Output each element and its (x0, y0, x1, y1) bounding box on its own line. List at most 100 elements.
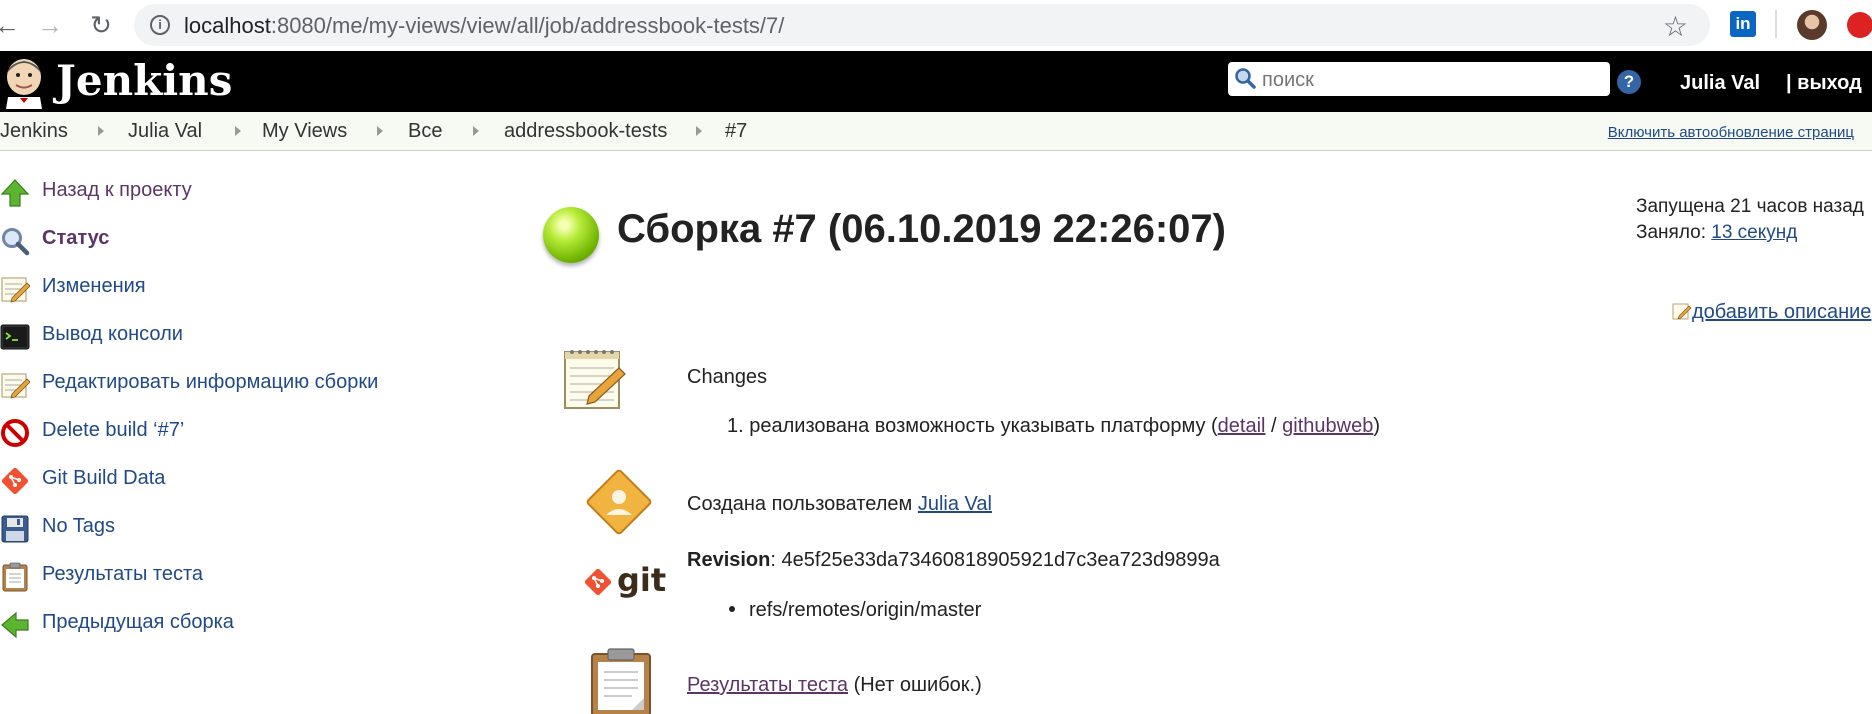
extension-icon[interactable] (1847, 12, 1872, 38)
search-icon (1235, 68, 1256, 89)
cause-user-link[interactable]: Julia Val (918, 493, 992, 515)
sidebar-item-label: Вывод консоли (42, 323, 183, 345)
jenkins-butler-icon[interactable] (2, 57, 46, 109)
change-githubweb-link[interactable]: githubweb (1282, 415, 1373, 437)
sidebar-item-test-results[interactable]: Результаты теста (0, 557, 450, 597)
git-revision: Revision: 4e5f25e33da73460818905921d7c3e… (687, 549, 1220, 572)
git-branch-item: refs/remotes/origin/master (729, 599, 981, 622)
toolbar-divider (1775, 10, 1777, 38)
build-duration: Заняло: 13 секунд (1636, 222, 1797, 244)
logout-link[interactable]: | выход (1786, 72, 1862, 95)
clipboard-icon (591, 648, 651, 714)
reload-icon[interactable]: ↻ (86, 10, 116, 40)
breadcrumb-arrow-icon[interactable] (98, 126, 104, 136)
forward-icon[interactable]: → (35, 10, 65, 40)
notepad-icon (1, 277, 30, 303)
git-logo-text: git (617, 561, 667, 599)
breadcrumb-arrow-icon[interactable] (235, 126, 241, 136)
url-text[interactable]: localhost:8080/me/my-views/view/all/job/… (184, 13, 784, 39)
sidebar-item-label: Статус (42, 227, 110, 249)
breadcrumb: Jenkins Julia Val My Views Все addressbo… (0, 112, 1872, 151)
floppy-icon (1, 515, 29, 543)
duration-link[interactable]: 13 секунд (1711, 222, 1797, 243)
duration-label: Заняло: (1636, 222, 1706, 243)
sidebar-item-label: Изменения (42, 275, 146, 297)
sidebar-item-label: Результаты теста (42, 563, 204, 585)
search-box[interactable] (1228, 62, 1610, 96)
breadcrumb-job[interactable]: addressbook-tests (504, 120, 667, 143)
notepad-icon (1, 373, 30, 399)
jenkins-header: Jenkins ? Julia Val | выход (0, 51, 1872, 112)
arrow-left-icon (1, 611, 29, 639)
notepad-icon (564, 350, 626, 409)
arrow-up-icon (0, 179, 30, 207)
autorefresh-link[interactable]: Включить автообновление страниц (1608, 124, 1854, 141)
change-message: реализована возможность указывать платфо… (749, 415, 1206, 437)
avatar[interactable] (1797, 10, 1827, 40)
sidebar-item-previous-build[interactable]: Предыдущая сборка (0, 605, 450, 645)
branch-name: refs/remotes/origin/master (749, 599, 982, 621)
change-number: 1. (727, 415, 744, 437)
sidebar-item-back-to-project[interactable]: Назад к проекту (0, 173, 450, 213)
breadcrumb-user[interactable]: Julia Val (128, 120, 202, 143)
cause-text: Создана пользователем Julia Val (687, 493, 992, 516)
sidebar-item-label: Редактировать информацию сборки (42, 371, 379, 393)
sidebar-item-changes[interactable]: Изменения (0, 269, 450, 309)
paren-open: ( (1205, 415, 1218, 437)
add-description-link[interactable]: добавить описание (1692, 301, 1871, 323)
bookmark-star-icon[interactable]: ☆ (1663, 10, 1688, 43)
paren-close: ) (1373, 415, 1381, 437)
sidebar-item-label: Назад к проекту (42, 179, 192, 201)
linkedin-icon[interactable]: in (1730, 11, 1756, 37)
revision-hash: 4e5f25e33da73460818905921d7c3ea723d9899a (781, 549, 1220, 571)
info-icon[interactable]: i (150, 15, 170, 35)
magnifier-icon (2, 228, 30, 256)
jenkins-logo-text[interactable]: Jenkins (56, 56, 232, 105)
no-entry-icon (1, 419, 29, 447)
changes-heading: Changes (687, 366, 768, 388)
git-diamond-icon (584, 568, 612, 596)
user-cause-icon (586, 469, 652, 535)
sidebar-item-label: No Tags (42, 515, 116, 537)
address-bar[interactable]: i localhost:8080/me/my-views/view/all/jo… (134, 4, 1710, 46)
build-status-ball-icon (543, 207, 599, 263)
search-input[interactable] (1260, 66, 1604, 94)
breadcrumb-all[interactable]: Все (408, 120, 442, 143)
add-description[interactable]: добавить описание (1672, 301, 1871, 324)
sidebar-item-label: Предыдущая сборка (42, 611, 234, 633)
user-link[interactable]: Julia Val (1680, 72, 1760, 95)
help-icon[interactable]: ? (1617, 70, 1641, 94)
revision-colon: : (770, 549, 782, 571)
sidebar-item-console-output[interactable]: Вывод консоли (0, 317, 450, 357)
breadcrumb-arrow-icon[interactable] (473, 126, 479, 136)
cause-label: Создана пользователем (687, 493, 913, 515)
sidebar-item-edit-build-info[interactable]: Редактировать информацию сборки (0, 365, 450, 405)
breadcrumb-jenkins[interactable]: Jenkins (0, 120, 68, 143)
bullet-icon (729, 606, 735, 612)
sidebar-item-delete-build[interactable]: Delete build ‘#7’ (0, 413, 450, 453)
breadcrumb-arrow-icon[interactable] (696, 126, 702, 136)
terminal-icon (0, 324, 30, 350)
sidebar-item-status[interactable]: Статус (0, 221, 450, 261)
build-started-text: Запущена 21 часов назад (1636, 196, 1864, 217)
slash-separator: / (1265, 415, 1283, 437)
browser-toolbar: ← → ↻ i localhost:8080/me/my-views/view/… (0, 0, 1872, 51)
test-results-line: Результаты теста (Нет ошибок.) (687, 674, 982, 697)
page-title: Сборка #7 (06.10.2019 22:26:07) (617, 207, 1226, 251)
clipboard-icon (2, 562, 28, 592)
breadcrumb-build[interactable]: #7 (725, 120, 747, 143)
test-results-link[interactable]: Результаты теста (687, 674, 848, 696)
sidebar-item-label: Git Build Data (42, 467, 166, 489)
sidebar-item-label: Delete build ‘#7’ (42, 419, 185, 441)
git-icon (1, 467, 29, 495)
change-list-item: 1. реализована возможность указывать пла… (727, 415, 1380, 438)
back-icon[interactable]: ← (0, 10, 22, 40)
edit-note-icon (1672, 303, 1692, 320)
breadcrumb-arrow-icon[interactable] (377, 126, 383, 136)
sidebar-item-no-tags[interactable]: No Tags (0, 509, 450, 549)
test-results-note: (Нет ошибок.) (848, 674, 982, 696)
change-detail-link[interactable]: detail (1218, 415, 1266, 437)
revision-label: Revision (687, 549, 771, 571)
sidebar-item-git-build-data[interactable]: Git Build Data (0, 461, 450, 501)
breadcrumb-my-views[interactable]: My Views (262, 120, 347, 143)
